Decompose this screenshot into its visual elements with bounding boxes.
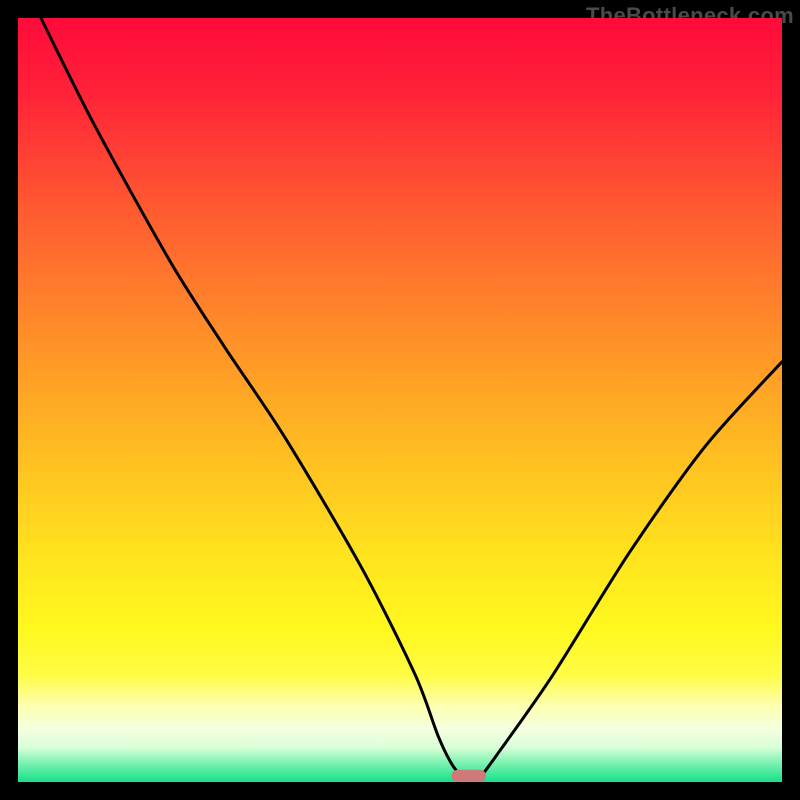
gradient-background [18,18,782,782]
chart-frame: TheBottleneck.com [0,0,800,800]
chart-svg [18,18,782,782]
optimum-marker [452,770,486,782]
plot-area [18,18,782,782]
